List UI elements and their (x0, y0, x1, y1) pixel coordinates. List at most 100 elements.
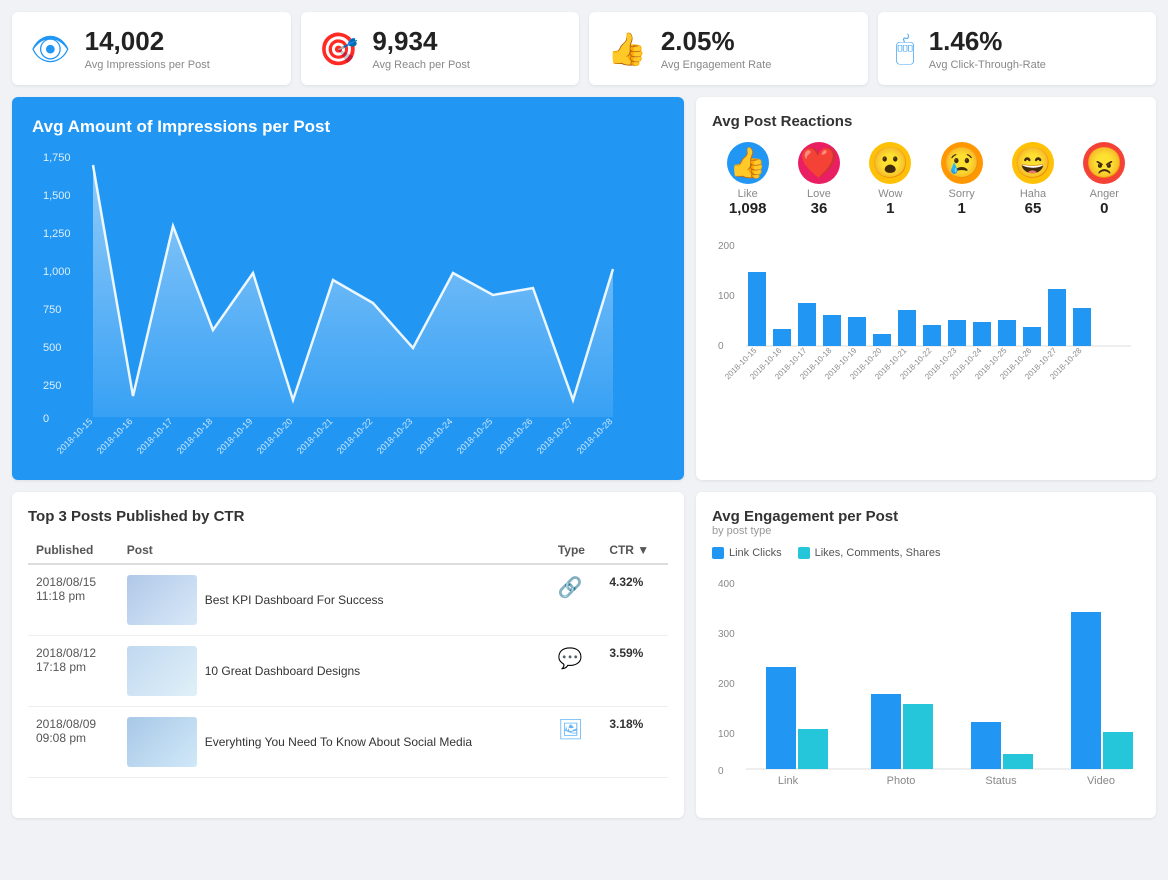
impressions-label: Avg Impressions per Post (85, 59, 210, 71)
row1-date: 2018/08/15 11:18 pm (28, 564, 119, 636)
svg-text:200: 200 (718, 241, 735, 252)
impressions-chart: 1,750 1,500 1,250 1,000 750 500 250 0 20… (32, 147, 664, 457)
stat-impressions: 👁 14,002 Avg Impressions per Post (12, 12, 291, 85)
col-post: Post (119, 537, 550, 564)
svg-text:2018-10-16: 2018-10-16 (95, 416, 135, 456)
svg-text:1,000: 1,000 (43, 266, 71, 278)
reactions-bar-chart: 200 100 0 2018-10-15 2018-10-16 (712, 231, 1140, 401)
svg-text:250: 250 (43, 380, 61, 392)
svg-text:1,500: 1,500 (43, 190, 71, 202)
row1-ctr: 4.32% (601, 564, 668, 636)
row2-post: 10 Great Dashboard Designs (119, 636, 550, 707)
like-emoji: 👍 (727, 142, 769, 184)
engagement-label: Avg Engagement Rate (661, 59, 771, 71)
engagement-value: 2.05% (661, 26, 771, 57)
svg-text:2018-10-26: 2018-10-26 (495, 416, 535, 456)
love-emoji: ❤️ (798, 142, 840, 184)
reaction-haha: 😄 Haha 65 (1012, 142, 1054, 217)
image-icon: 🖼 (558, 719, 583, 741)
svg-text:2018-10-25: 2018-10-25 (455, 416, 495, 456)
reaction-wow: 😮 Wow 1 (869, 142, 911, 217)
haha-emoji: 😄 (1012, 142, 1054, 184)
sorry-label: Sorry (941, 188, 983, 200)
reaction-sorry: 😢 Sorry 1 (941, 142, 983, 217)
wow-count: 1 (869, 200, 911, 217)
svg-text:100: 100 (718, 291, 735, 302)
row2-date: 2018/08/12 17:18 pm (28, 636, 119, 707)
anger-count: 0 (1083, 200, 1125, 217)
love-label: Love (798, 188, 840, 200)
like-count: 1,098 (727, 200, 769, 217)
link-icon: 🔗 (558, 577, 583, 599)
svg-text:300: 300 (718, 629, 735, 640)
svg-text:2018-10-22: 2018-10-22 (335, 416, 375, 456)
engagement-title: Avg Engagement per Post (712, 508, 1140, 525)
row2-thumbnail (127, 646, 197, 696)
svg-text:400: 400 (718, 579, 735, 590)
legend-link-clicks: Link Clicks (712, 547, 782, 559)
svg-text:2018-10-18: 2018-10-18 (175, 416, 215, 456)
table-row: 2018/08/09 09:08 pm Everyhting You Need … (28, 707, 668, 778)
ctr-value: 1.46% (929, 26, 1046, 57)
row2-ctr: 3.59% (601, 636, 668, 707)
impressions-chart-card: Avg Amount of Impressions per Post 1,750… (12, 97, 684, 480)
ctr-label: Avg Click-Through-Rate (929, 59, 1046, 71)
cursor-icon: 🖱 (896, 30, 915, 68)
svg-text:2018-10-23: 2018-10-23 (375, 416, 415, 456)
svg-text:Photo: Photo (887, 775, 916, 787)
reactions-emoji-row: 👍 Like 1,098 ❤️ Love 36 😮 Wow 1 😢 Sorry … (712, 142, 1140, 217)
svg-text:2018-10-20: 2018-10-20 (255, 416, 295, 456)
svg-text:2018-10-27: 2018-10-27 (535, 416, 575, 456)
like-label: Like (727, 188, 769, 200)
wow-emoji: 😮 (869, 142, 911, 184)
wow-label: Wow (869, 188, 911, 200)
legend-link-label: Link Clicks (729, 547, 782, 559)
top-stats-row: 👁 14,002 Avg Impressions per Post 🎯 9,93… (12, 12, 1156, 85)
row2-type: 💬 (550, 636, 601, 707)
row1-post-title: Best KPI Dashboard For Success (205, 593, 384, 607)
engagement-subtitle: by post type (712, 525, 1140, 537)
svg-text:2018-10-21: 2018-10-21 (295, 416, 335, 456)
svg-text:0: 0 (43, 413, 49, 425)
svg-text:100: 100 (718, 729, 735, 740)
haha-count: 65 (1012, 200, 1054, 217)
stat-reach: 🎯 9,934 Avg Reach per Post (301, 12, 580, 85)
engagement-card: Avg Engagement per Post by post type Lin… (696, 492, 1156, 818)
top-posts-card: Top 3 Posts Published by CTR Published P… (12, 492, 684, 818)
reactions-title: Avg Post Reactions (712, 113, 1140, 130)
love-count: 36 (798, 200, 840, 217)
top-posts-table: Published Post Type CTR ▼ 2018/08/15 11:… (28, 537, 668, 778)
lcs-dot (798, 547, 810, 559)
top-posts-title: Top 3 Posts Published by CTR (28, 508, 668, 525)
reaction-anger: 😠 Anger 0 (1083, 142, 1125, 217)
row1-post: Best KPI Dashboard For Success (119, 564, 550, 636)
table-row: 2018/08/12 17:18 pm 10 Great Dashboard D… (28, 636, 668, 707)
row1-type: 🔗 (550, 564, 601, 636)
svg-text:2018-10-24: 2018-10-24 (415, 416, 455, 456)
svg-text:200: 200 (718, 679, 735, 690)
reaction-love: ❤️ Love 36 (798, 142, 840, 217)
svg-text:Link: Link (778, 775, 799, 787)
stat-engagement: 👍 2.05% Avg Engagement Rate (589, 12, 868, 85)
eye-icon: 👁 (30, 30, 71, 68)
main-row: Avg Amount of Impressions per Post 1,750… (12, 97, 1156, 480)
table-row: 2018/08/15 11:18 pm Best KPI Dashboard F… (28, 564, 668, 636)
row3-ctr: 3.18% (601, 707, 668, 778)
reactions-card: Avg Post Reactions 👍 Like 1,098 ❤️ Love … (696, 97, 1156, 480)
anger-emoji: 😠 (1083, 142, 1125, 184)
svg-text:2018-10-15: 2018-10-15 (55, 416, 95, 456)
reach-label: Avg Reach per Post (372, 59, 470, 71)
svg-text:1,250: 1,250 (43, 228, 71, 240)
engagement-bar-chart: 400 300 200 100 0 Link Photo Status (712, 569, 1140, 799)
row3-post: Everyhting You Need To Know About Social… (119, 707, 550, 778)
row3-date: 2018/08/09 09:08 pm (28, 707, 119, 778)
svg-text:2018-10-17: 2018-10-17 (135, 416, 175, 456)
sorry-count: 1 (941, 200, 983, 217)
bottom-row: Top 3 Posts Published by CTR Published P… (12, 492, 1156, 818)
impressions-value: 14,002 (85, 26, 210, 57)
impressions-chart-title: Avg Amount of Impressions per Post (32, 117, 664, 137)
row3-thumbnail (127, 717, 197, 767)
target-icon: 🎯 (319, 30, 359, 68)
col-type: Type (550, 537, 601, 564)
svg-text:2018-10-28: 2018-10-28 (575, 416, 615, 456)
